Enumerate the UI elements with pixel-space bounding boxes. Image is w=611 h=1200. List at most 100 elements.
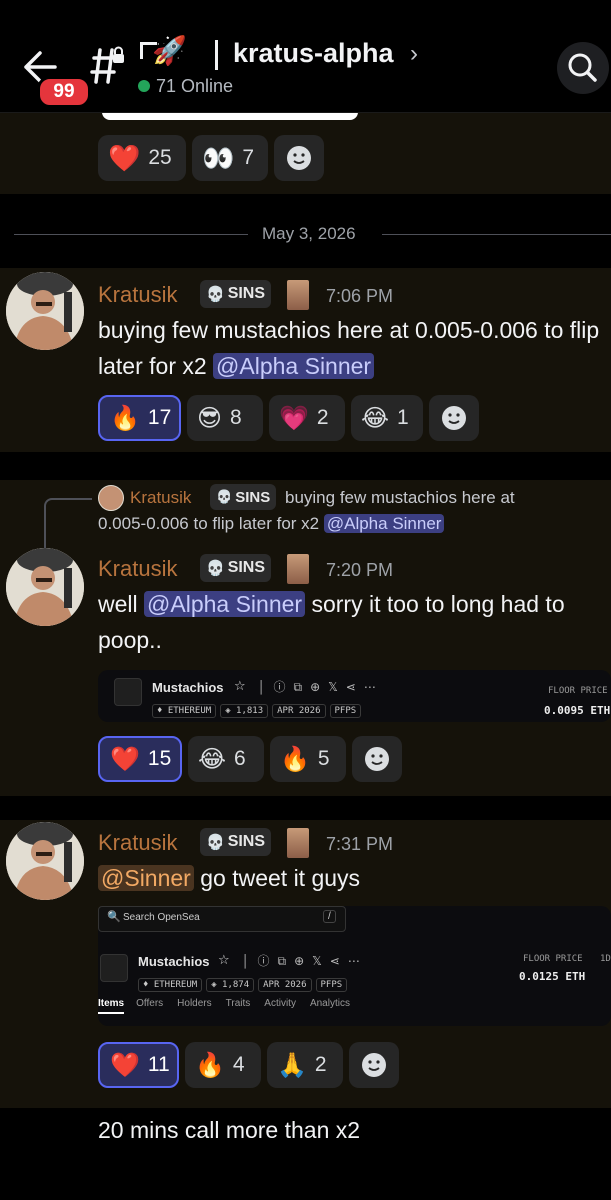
channel-name[interactable]: kratus-alpha [233, 38, 394, 69]
opensea-tabs: Items Offers Holders Traits Activity Analytic… [98, 998, 350, 1014]
search-shortcut: / [323, 910, 336, 923]
reply-avatar [98, 485, 124, 511]
smiley-icon [365, 747, 389, 771]
reaction-pepe-love[interactable]: 💗 2 [269, 395, 345, 441]
server-tag[interactable]: 💀 SINS [200, 554, 272, 582]
opensea-search-bar: 🔍 Search OpenSea / [98, 906, 346, 932]
reaction-count: 6 [234, 747, 246, 770]
avatar-image [6, 548, 84, 626]
username[interactable]: Kratusik [98, 282, 177, 308]
category-pill: PFPS [329, 704, 362, 718]
reaction-praying-hands[interactable]: 🙏 2 [267, 1042, 343, 1088]
reply-username[interactable]: Kratusik [130, 488, 191, 508]
message-text: 20 mins call more than x2 [98, 1117, 361, 1143]
timestamp: 7:31 PM [326, 834, 394, 854]
pepe-love-emoji-icon: 💗 [279, 404, 309, 432]
add-reaction-button[interactable] [429, 395, 479, 441]
date-divider-area: May 3, 2026 [0, 194, 611, 268]
category-pill: PFPS [315, 978, 348, 992]
search-placeholder: Search OpenSea [123, 912, 200, 923]
date-pill: APR 2026 [258, 978, 312, 992]
message-gap [0, 452, 611, 480]
tab-offers: Offers [136, 998, 164, 1009]
reaction-fire[interactable]: 🔥 17 [98, 395, 181, 441]
reply-preview-line2[interactable]: 0.005-0.006 to flip later for x2 @Alpha … [98, 514, 445, 534]
user-mention[interactable]: @Alpha Sinner [144, 591, 306, 617]
rocket-icon: 🚀 [152, 35, 187, 66]
user-mention[interactable]: @Alpha Sinner [213, 353, 375, 379]
add-reaction-button[interactable] [349, 1042, 399, 1088]
reaction-heart[interactable]: ❤️ 15 [98, 736, 182, 782]
reaction-heart[interactable]: ❤️ 11 [98, 1042, 179, 1088]
username[interactable]: Kratusik [98, 830, 177, 856]
chain-pill: ♦ ETHEREUM [152, 704, 217, 718]
opensea-embed[interactable]: Mustachios ☆ │ⓘ⧉⊕𝕏⋖⋯ ♦ ETHEREUM ◈ 1,813 AP… [98, 670, 611, 722]
reply-preview-line1[interactable]: buying few mustachios here at [285, 488, 515, 508]
reaction-count: 2 [314, 1053, 327, 1076]
reaction-eyes[interactable]: 👀 7 [192, 135, 268, 181]
reaction-count: 7 [242, 146, 255, 169]
floor-price-label: FLOOR PRICE [523, 954, 583, 964]
reaction-count: 4 [232, 1053, 245, 1076]
fire-emoji-icon: 🔥 [280, 745, 310, 773]
avatar[interactable] [6, 272, 84, 350]
reaction-fire[interactable]: 🔥 4 [185, 1042, 261, 1088]
server-tag[interactable]: 💀 SINS [200, 828, 272, 856]
reaction-joy[interactable]: 😂 6 [188, 736, 264, 782]
unread-badge: 99 [37, 76, 91, 108]
reaction-count: 8 [230, 406, 242, 429]
reaction-fire[interactable]: 🔥 5 [270, 736, 346, 782]
chevron-right-icon[interactable]: › [410, 40, 418, 68]
message-text: @Sinner go tweet it guys [98, 860, 611, 896]
joy-emoji-icon: 😂 [198, 745, 227, 773]
chain-label: ETHEREUM [153, 980, 198, 990]
skull-icon: 💀 [206, 560, 225, 577]
tab-holders: Holders [177, 998, 212, 1009]
server-tag[interactable]: 💀 SINS [200, 280, 272, 308]
date-pill: APR 2026 [272, 704, 326, 718]
tag-label: SINS [227, 833, 266, 850]
message-line2: poop.. [98, 627, 162, 653]
chain-label: ETHEREUM [167, 706, 212, 716]
chain-pill: ♦ ETHEREUM [138, 978, 203, 992]
date-divider: May 3, 2026 [262, 224, 356, 243]
tag-label: SINS [235, 488, 271, 506]
message-2: Kratusik 💀 SINS buying few mustachios he… [0, 480, 611, 796]
reply-mention[interactable]: @Alpha Sinner [323, 514, 445, 533]
last-message-area: 20 mins call more than x2 [0, 1108, 611, 1200]
collection-name: Mustachios [138, 954, 210, 969]
avatar[interactable] [6, 822, 84, 900]
items-count: 1,813 [236, 706, 264, 716]
add-reaction-button[interactable] [352, 736, 402, 782]
embed-meta: ♦ ETHEREUM ◈ 1,874 APR 2026 PFPS [138, 974, 351, 992]
avatar[interactable] [6, 548, 84, 626]
username[interactable]: Kratusik [98, 556, 177, 582]
reaction-pepe[interactable]: 😎 8 [187, 395, 263, 441]
message-prefix: well [98, 591, 145, 617]
search-button[interactable] [557, 42, 609, 94]
smiley-icon [287, 146, 311, 170]
opensea-screenshot[interactable]: 🔍 Search OpenSea / Mustachios ☆ │ⓘ⧉⊕𝕏⋖⋯ … [98, 906, 611, 1026]
heart-emoji-icon: ❤️ [108, 142, 141, 173]
reaction-count: 15 [147, 747, 172, 770]
tab-analytics: Analytics [309, 998, 350, 1009]
favorite-star-icon[interactable]: ☆ [234, 678, 246, 694]
role-icon [287, 828, 309, 858]
avatar-image [6, 272, 84, 350]
role-icon [287, 554, 309, 584]
add-reaction-button[interactable] [274, 135, 324, 181]
reaction-heart[interactable]: ❤️ 25 [98, 135, 186, 181]
message-gap [0, 796, 611, 820]
items-pill: ◈ 1,813 [220, 704, 269, 718]
role-mention[interactable]: @Sinner [98, 865, 194, 891]
tag-label: SINS [227, 285, 266, 302]
favorite-star-icon: ☆ [218, 952, 230, 967]
avatar-image [6, 822, 84, 900]
divider-line-left [14, 234, 248, 235]
floor-price-value: 0.0095 ETH [544, 704, 611, 717]
floor-price-value: 0.0125 ETH [519, 970, 586, 983]
reaction-count: 5 [317, 747, 330, 770]
skull-icon: 💀 [206, 834, 225, 851]
reaction-laughing-man[interactable]: 😂 1 [351, 395, 423, 441]
timestamp: 7:20 PM [326, 560, 394, 580]
